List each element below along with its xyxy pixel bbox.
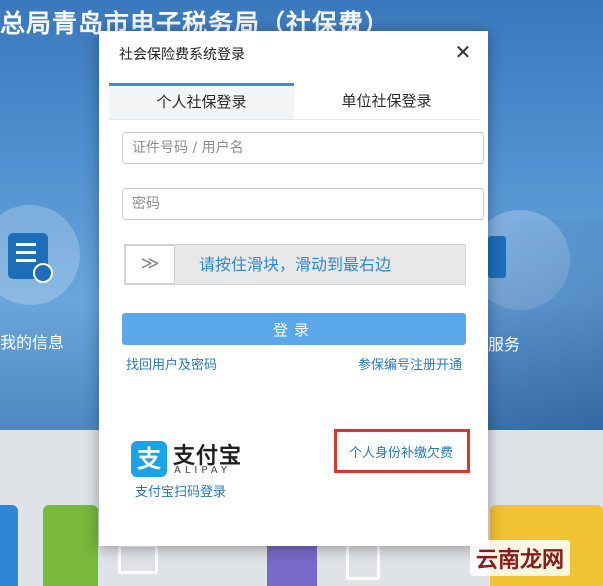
- alipay-scan-login-link[interactable]: 支付宝扫码登录: [135, 481, 226, 500]
- background-tile[interactable]: [0, 505, 18, 586]
- slider-captcha[interactable]: ≫ 请按住滑块，滑动到最右边: [124, 244, 466, 285]
- monitor-icon: [118, 544, 158, 574]
- login-tabs: 个人社保登录 单位社保登录: [109, 83, 479, 120]
- password-input[interactable]: [122, 188, 484, 220]
- login-dialog: 社会保险费系统登录 ✕ 个人社保登录 单位社保登录 ≫ 请按住滑块，滑动到最右边…: [99, 31, 488, 546]
- dialog-header: 社会保险费系统登录 ✕: [99, 31, 488, 75]
- tab-personal-login[interactable]: 个人社保登录: [109, 83, 294, 119]
- service-link[interactable]: 服务: [488, 331, 520, 355]
- slider-handle-icon[interactable]: ≫: [125, 245, 175, 284]
- register-link[interactable]: 参保编号注册开通: [358, 354, 462, 373]
- my-info-link[interactable]: 我的信息: [0, 329, 64, 353]
- watermark: 云南龙网: [470, 540, 571, 576]
- login-button[interactable]: 登录: [122, 313, 466, 345]
- service-icon: [488, 236, 506, 278]
- dialog-title: 社会保险费系统登录: [119, 47, 245, 63]
- close-icon[interactable]: ✕: [452, 41, 474, 63]
- my-info-icon: [8, 233, 53, 283]
- document-search-icon: [346, 540, 380, 580]
- slider-instruction: 请按住滑块，滑动到最右边: [199, 255, 392, 274]
- background-tile[interactable]: [43, 505, 98, 586]
- tab-company-login[interactable]: 单位社保登录: [294, 83, 479, 119]
- alipay-name-en: ALIPAY: [174, 465, 231, 476]
- alipay-logo-icon: 支: [131, 441, 167, 477]
- makeup-payment-link[interactable]: 个人身份补缴欠费: [349, 442, 453, 461]
- recover-password-link[interactable]: 找回用户及密码: [126, 354, 217, 373]
- username-input[interactable]: [122, 132, 484, 164]
